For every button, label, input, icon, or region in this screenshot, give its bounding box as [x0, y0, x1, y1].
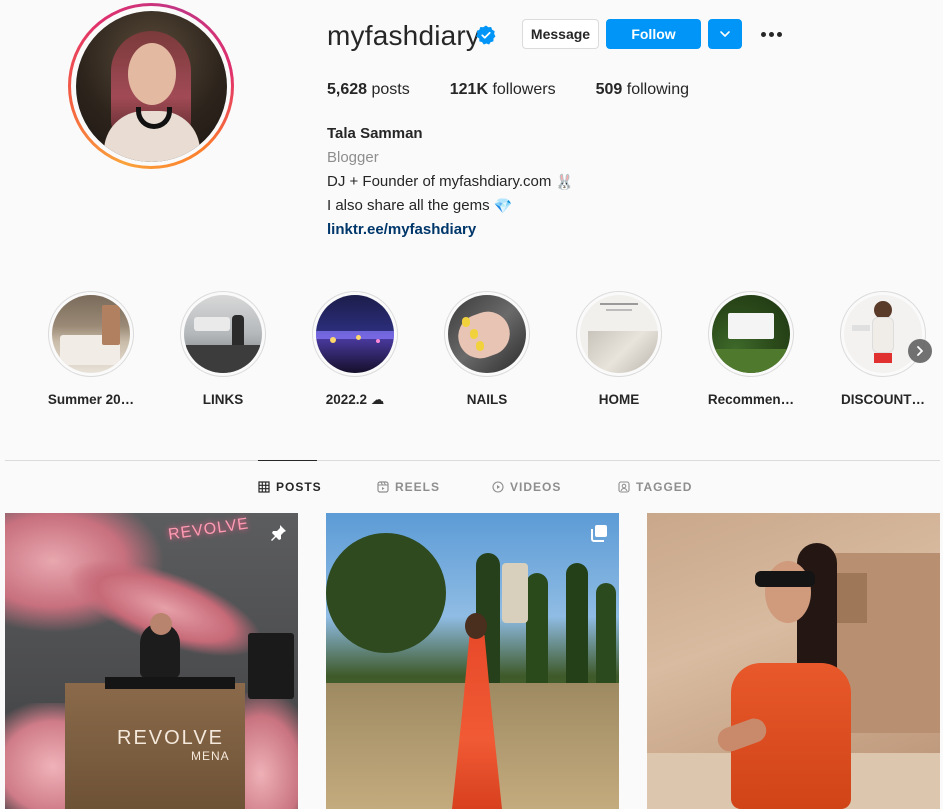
message-button[interactable]: Message	[522, 19, 599, 49]
tab-posts[interactable]: POSTS	[258, 480, 322, 494]
chevron-down-icon	[720, 31, 730, 37]
highlight-label: HOME	[598, 392, 640, 407]
tab-videos[interactable]: VIDEOS	[492, 480, 561, 494]
avatar	[75, 10, 227, 162]
highlight-ring	[180, 291, 266, 377]
highlight-thumbnail	[844, 295, 922, 373]
following-stat[interactable]: 509 following	[596, 81, 689, 99]
highlight-ring	[48, 291, 134, 377]
reels-icon	[377, 481, 389, 493]
highlight-ring	[576, 291, 662, 377]
highlight-ring	[444, 291, 530, 377]
profile-category: Blogger	[327, 149, 379, 166]
post-thumbnail[interactable]	[647, 513, 940, 809]
bio-text: I also share all the gems	[327, 197, 490, 214]
gem-emoji-icon: 💎	[493, 198, 513, 216]
highlight-thumbnail	[52, 295, 130, 373]
highlight-label: NAILS	[466, 392, 508, 407]
tab-label: VIDEOS	[510, 480, 562, 494]
profile-stats: 5,628 posts 121K followers 509 following	[327, 81, 729, 99]
carousel-icon	[591, 525, 607, 542]
options-more-icon[interactable]	[758, 24, 784, 44]
highlight-label: LINKS	[202, 392, 244, 407]
highlight-label: Recommen…	[707, 392, 795, 407]
highlight-recommendations[interactable]: Recommen…	[701, 291, 801, 407]
highlight-ring	[312, 291, 398, 377]
bio-text: DJ + Founder of myfashdiary.com	[327, 173, 552, 190]
highlights-next-button[interactable]	[908, 339, 932, 363]
highlight-thumbnail	[712, 295, 790, 373]
bio-line: I also share all the gems 💎	[327, 197, 512, 215]
following-label: following	[626, 81, 690, 98]
pin-icon	[271, 525, 286, 541]
bio-line: DJ + Founder of myfashdiary.com 🐰	[327, 173, 574, 191]
highlight-label: Summer 20…	[47, 392, 135, 407]
avatar-gap	[71, 6, 231, 166]
highlight-links[interactable]: LINKS	[173, 291, 273, 407]
profile-username: myfashdiary	[327, 20, 481, 51]
tabs-divider	[5, 460, 940, 461]
verified-badge-icon	[476, 25, 496, 45]
tagged-icon	[618, 481, 630, 493]
booth-brand-subtext: MENA	[191, 749, 230, 763]
highlight-thumbnail	[184, 295, 262, 373]
posts-stat: 5,628 posts	[327, 81, 410, 99]
highlight-nails[interactable]: NAILS	[437, 291, 537, 407]
highlight-label: 2022.2 ☁	[325, 392, 385, 407]
posts-count: 5,628	[327, 81, 368, 98]
tab-tagged[interactable]: TAGGED	[618, 480, 692, 494]
tab-label: TAGGED	[636, 480, 693, 494]
highlight-home[interactable]: HOME	[569, 291, 669, 407]
rabbit-emoji-icon: 🐰	[555, 174, 575, 192]
booth-brand-text: REVOLVE	[117, 727, 224, 749]
grid-icon	[258, 481, 270, 493]
highlight-thumbnail	[448, 295, 526, 373]
chevron-right-icon	[917, 346, 923, 356]
follow-button[interactable]: Follow	[606, 19, 701, 49]
following-count: 509	[595, 81, 623, 98]
profile-avatar-ring[interactable]	[68, 3, 234, 169]
profile-full-name: Tala Samman	[327, 125, 423, 142]
followers-count: 121K	[449, 81, 488, 98]
neon-sign: REVOLVE	[167, 515, 251, 544]
highlight-ring	[708, 291, 794, 377]
post-thumbnail[interactable]: REVOLVE REVOLVE MENA	[5, 513, 298, 809]
highlight-thumbnail	[580, 295, 658, 373]
suggested-accounts-button[interactable]	[708, 19, 742, 49]
posts-label: posts	[371, 81, 410, 98]
play-icon	[492, 481, 504, 493]
followers-stat[interactable]: 121K followers	[450, 81, 556, 99]
highlight-ring	[840, 291, 926, 377]
active-tab-indicator	[258, 460, 317, 461]
followers-label: followers	[492, 81, 556, 98]
post-thumbnail[interactable]	[326, 513, 619, 809]
highlight-label: DISCOUNT…	[841, 392, 925, 407]
profile-external-link[interactable]: linktr.ee/myfashdiary	[327, 221, 476, 238]
tab-reels[interactable]: REELS	[377, 480, 440, 494]
highlight-2022[interactable]: 2022.2 ☁	[305, 291, 405, 408]
highlight-thumbnail	[316, 295, 394, 373]
tab-label: POSTS	[276, 480, 322, 494]
tab-label: REELS	[395, 480, 441, 494]
highlight-summer[interactable]: Summer 20…	[41, 291, 141, 407]
